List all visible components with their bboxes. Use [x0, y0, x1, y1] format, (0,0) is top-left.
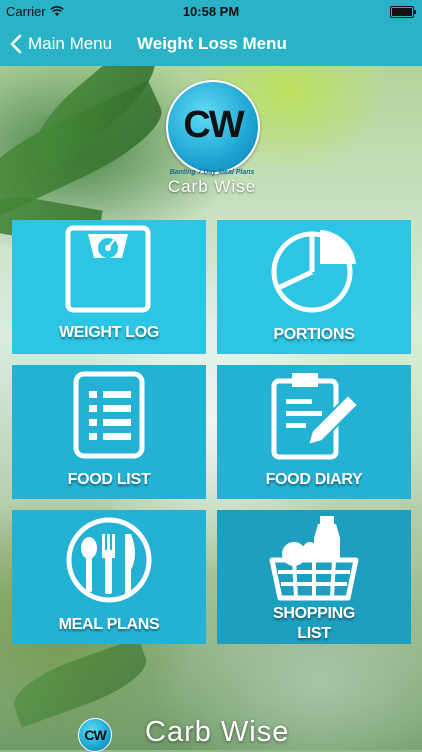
status-time: 10:58 PM [182, 4, 240, 19]
cutlery-plate-icon [66, 517, 152, 603]
battery-icon [390, 6, 416, 18]
food-list-label: FOOD LIST [67, 471, 151, 488]
chevron-left-icon [10, 34, 22, 54]
shopping-list-label-line2: LIST [297, 625, 331, 642]
shopping-list-label-line1: SHOPPING [272, 605, 356, 622]
status-bar: Carrier 10:58 PM [0, 0, 422, 22]
portions-tile[interactable]: PORTIONS [217, 220, 411, 354]
back-button-label: Main Menu [28, 34, 113, 53]
clipboard-pencil-icon [271, 373, 360, 460]
list-icon [73, 371, 145, 459]
shopping-basket-icon [269, 516, 359, 601]
portions-label: PORTIONS [273, 326, 355, 343]
logo-initials: CW [183, 104, 244, 146]
meal-plans-tile[interactable]: MEAL PLANS [12, 510, 206, 644]
logo-name: Carb Wise [167, 177, 257, 196]
food-diary-tile[interactable]: FOOD DIARY [217, 365, 411, 499]
food-list-tile[interactable]: FOOD LIST [12, 365, 206, 499]
weight-log-label: WEIGHT LOG [58, 324, 160, 341]
shopping-list-tile[interactable]: SHOPPING LIST [217, 510, 411, 644]
footer-logo: CW [78, 718, 112, 752]
shopping-list-label: SHOPPING LIST [217, 604, 411, 644]
logo-tagline: Banting 7 Day Meal Plans [169, 169, 255, 176]
footer-brand-name: Carb Wise [145, 716, 290, 748]
app-logo: CW [166, 80, 260, 174]
food-diary-label: FOOD DIARY [265, 471, 363, 488]
back-button[interactable]: Main Menu [10, 22, 112, 66]
page-title: Weight Loss Menu [137, 34, 287, 53]
navigation-bar: Main Menu Weight Loss Menu [0, 22, 422, 66]
scale-icon [65, 225, 151, 313]
weight-log-tile[interactable]: WEIGHT LOG [12, 220, 206, 354]
pie-chart-icon [271, 230, 356, 313]
meal-plans-label: MEAL PLANS [58, 616, 160, 633]
footer-logo-initials: CW [84, 727, 106, 743]
